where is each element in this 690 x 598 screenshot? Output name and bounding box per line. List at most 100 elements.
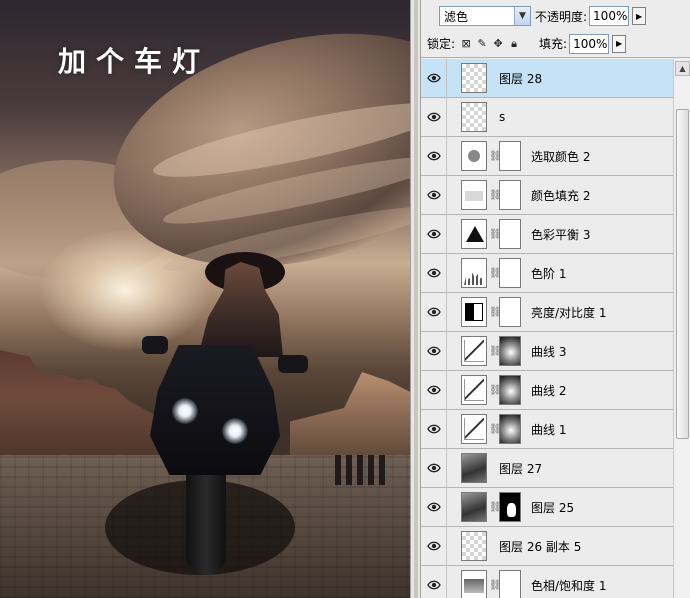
layer-thumbnail[interactable] xyxy=(461,492,487,522)
document-canvas[interactable]: 加个车灯 xyxy=(0,0,410,598)
fill-label: 填充: xyxy=(539,37,568,51)
visibility-eye-icon[interactable] xyxy=(421,214,447,254)
visibility-eye-icon[interactable] xyxy=(421,487,447,527)
fill-field[interactable]: 100% xyxy=(569,33,610,54)
mirror-right xyxy=(278,355,308,373)
visibility-eye-icon[interactable] xyxy=(421,292,447,332)
visibility-eye-icon[interactable] xyxy=(421,370,447,410)
opacity-field[interactable]: 100% xyxy=(589,6,630,26)
layer-mask-thumbnail[interactable] xyxy=(499,258,521,288)
lock-transparent-icon[interactable]: ⊠ xyxy=(461,37,471,51)
layer-row[interactable]: ⛓ 色相/饱和度 1 xyxy=(421,565,673,598)
layer-mask-thumbnail[interactable] xyxy=(499,375,521,405)
layer-mask-thumbnail[interactable] xyxy=(499,141,521,171)
layer-thumbnail[interactable] xyxy=(461,63,487,93)
layer-mask-thumbnail[interactable] xyxy=(499,336,521,366)
layer-mask-thumbnail[interactable] xyxy=(499,570,521,598)
lock-label: 锁定: xyxy=(427,37,456,51)
layer-row[interactable]: ⛓ 选取颜色 2 xyxy=(421,136,673,176)
layer-name: 亮度/对比度 1 xyxy=(531,305,607,320)
lock-paint-icon[interactable]: ✎ xyxy=(477,37,487,51)
layers-scrollbar[interactable]: ▲ xyxy=(673,59,690,598)
layer-name: 图层 25 xyxy=(531,500,575,515)
scroll-thumb[interactable] xyxy=(676,109,689,439)
layer-row[interactable]: s xyxy=(421,97,673,137)
opacity-slider-arrow-icon[interactable]: ▶ xyxy=(632,7,647,25)
curves-icon[interactable] xyxy=(461,414,487,444)
layer-mask-thumbnail[interactable] xyxy=(499,297,521,327)
link-chain-icon[interactable]: ⛓ xyxy=(489,346,502,357)
layer-mask-thumbnail[interactable] xyxy=(499,219,521,249)
link-chain-icon[interactable]: ⛓ xyxy=(489,229,502,240)
canvas-title: 加个车灯 xyxy=(58,45,211,78)
layer-row[interactable]: ⛓ 曲线 2 xyxy=(421,370,673,410)
visibility-eye-icon[interactable] xyxy=(421,59,447,98)
fill-slider-arrow-icon[interactable]: ▶ xyxy=(612,34,627,53)
layer-row[interactable]: ⛓ 颜色填充 2 xyxy=(421,175,673,215)
visibility-eye-icon[interactable] xyxy=(421,565,447,598)
link-chain-icon[interactable]: ⛓ xyxy=(489,424,502,435)
layer-mask-thumbnail[interactable] xyxy=(499,180,521,210)
link-chain-icon[interactable]: ⛓ xyxy=(489,190,502,201)
layer-row[interactable]: ⛓ 曲线 3 xyxy=(421,331,673,371)
mirror-left xyxy=(142,336,168,354)
layer-name: 色相/饱和度 1 xyxy=(531,578,607,593)
layer-row[interactable]: ⛓ 曲线 1 xyxy=(421,409,673,449)
layer-row[interactable]: ⛓ 色阶 1 xyxy=(421,253,673,293)
layer-name: 曲线 3 xyxy=(531,344,567,359)
visibility-eye-icon[interactable] xyxy=(421,331,447,371)
layer-row[interactable]: 图层 27 xyxy=(421,448,673,488)
pedestrians xyxy=(335,455,385,485)
layer-name: 曲线 1 xyxy=(531,422,567,437)
visibility-eye-icon[interactable] xyxy=(421,526,447,566)
buildings-left xyxy=(0,350,165,465)
link-chain-icon[interactable]: ⛓ xyxy=(489,151,502,162)
visibility-eye-icon[interactable] xyxy=(421,253,447,293)
layer-name: 曲线 2 xyxy=(531,383,567,398)
curves-icon[interactable] xyxy=(461,336,487,366)
blend-row: 滤色 ▼ 不透明度: 100% ▶ xyxy=(421,2,690,30)
lock-all-icon[interactable]: 🔒︎ xyxy=(509,37,519,51)
color-balance-icon[interactable] xyxy=(461,219,487,249)
visibility-eye-icon[interactable] xyxy=(421,409,447,449)
layer-name: s xyxy=(499,110,506,124)
blend-mode-select[interactable]: 滤色 ▼ xyxy=(439,6,531,26)
layer-thumbnail[interactable] xyxy=(461,102,487,132)
scroll-up-icon[interactable]: ▲ xyxy=(675,61,690,76)
link-chain-icon[interactable]: ⛓ xyxy=(489,580,502,591)
link-chain-icon[interactable]: ⛓ xyxy=(489,502,502,513)
lock-row: 锁定: ⊠ ✎ ✥ 🔒︎ 填充: 100% ▶ xyxy=(421,30,690,58)
layer-thumbnail[interactable] xyxy=(461,453,487,483)
layer-name: 色彩平衡 3 xyxy=(531,227,591,242)
layer-thumbnail[interactable] xyxy=(461,531,487,561)
brightness-contrast-icon[interactable] xyxy=(461,297,487,327)
lock-move-icon[interactable]: ✥ xyxy=(493,37,503,51)
layer-mask-thumbnail[interactable] xyxy=(499,492,521,522)
layer-list: 图层 28 s ⛓ 选取颜色 2 ⛓ 颜色填充 2 ⛓ 色彩平衡 3 ⛓ 色阶 1 ⛓ 亮度/对比度 … xyxy=(421,59,673,598)
levels-icon[interactable] xyxy=(461,258,487,288)
panel-divider[interactable] xyxy=(410,0,420,598)
link-chain-icon[interactable]: ⛓ xyxy=(489,385,502,396)
selective-color-icon[interactable] xyxy=(461,141,487,171)
headlight-right xyxy=(222,418,248,444)
layer-row[interactable]: ⛓ 色彩平衡 3 xyxy=(421,214,673,254)
visibility-eye-icon[interactable] xyxy=(421,448,447,488)
layer-row[interactable]: 图层 26 副本 5 xyxy=(421,526,673,566)
visibility-eye-icon[interactable] xyxy=(421,97,447,137)
layer-row[interactable]: ⛓ 亮度/对比度 1 xyxy=(421,292,673,332)
blend-mode-value: 滤色 xyxy=(444,9,469,24)
layer-mask-thumbnail[interactable] xyxy=(499,414,521,444)
visibility-eye-icon[interactable] xyxy=(421,136,447,176)
link-chain-icon[interactable]: ⛓ xyxy=(489,268,502,279)
layer-row[interactable]: 图层 28 xyxy=(421,59,673,98)
color-fill-icon[interactable] xyxy=(461,180,487,210)
chevron-down-icon[interactable]: ▼ xyxy=(514,7,530,25)
hue-saturation-icon[interactable] xyxy=(461,570,487,598)
link-chain-icon[interactable]: ⛓ xyxy=(489,307,502,318)
visibility-eye-icon[interactable] xyxy=(421,175,447,215)
layer-name: 色阶 1 xyxy=(531,266,567,281)
layer-name: 图层 27 xyxy=(499,461,543,476)
curves-icon[interactable] xyxy=(461,375,487,405)
layer-row[interactable]: ⛓ 图层 25 xyxy=(421,487,673,527)
headlight-left xyxy=(172,398,198,424)
